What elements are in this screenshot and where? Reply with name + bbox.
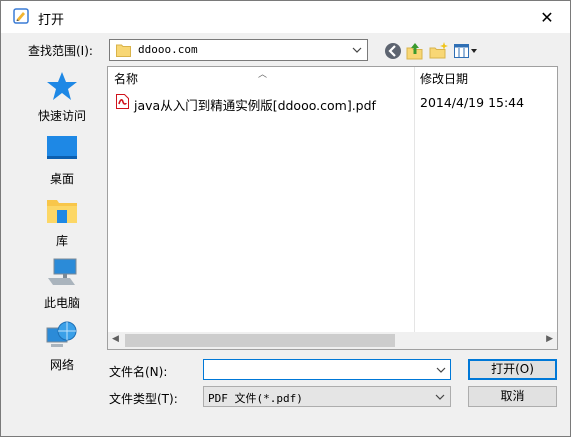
filetype-value: PDF 文件(*.pdf) <box>208 392 303 405</box>
new-folder-icon[interactable] <box>429 41 449 61</box>
dialog-title: 打开 <box>38 13 65 28</box>
chevron-down-icon <box>435 394 445 400</box>
dialog-app-icon <box>13 8 29 24</box>
filetype-label: 文件类型(T): <box>109 392 178 406</box>
chevron-down-icon <box>352 47 362 53</box>
navigation-pane: 快速访问 桌面 库 此电脑 网络 <box>4 67 100 378</box>
look-in-combobox[interactable]: ddooo.com <box>109 39 368 61</box>
nav-item-label: 网络 <box>49 358 74 372</box>
column-header-date[interactable]: 修改日期 <box>420 67 468 91</box>
column-header-name[interactable]: 名称 <box>114 67 138 91</box>
scroll-left-icon[interactable]: ◀ <box>112 334 119 344</box>
view-menu-icon[interactable] <box>453 41 479 61</box>
look-in-label: 查找范围(I): <box>28 44 93 58</box>
nav-item-this-pc[interactable]: 此电脑 <box>4 258 104 320</box>
pdf-icon <box>116 94 129 109</box>
filename-label: 文件名(N): <box>109 365 168 379</box>
file-list[interactable]: ︿ 名称 修改日期 java从入门到精通实例版[ddooo.com].pdf 2… <box>107 66 558 350</box>
scrollbar-thumb[interactable] <box>125 334 395 347</box>
cancel-button[interactable]: 取消 <box>468 386 557 407</box>
computer-icon <box>48 258 77 285</box>
title-bar[interactable]: 打开 ✕ <box>1 1 570 33</box>
sort-ascending-icon: ︿ <box>258 70 268 80</box>
star-icon <box>47 72 77 100</box>
nav-item-label: 快速访问 <box>37 109 86 123</box>
open-button[interactable]: 打开(O) <box>468 359 557 380</box>
horizontal-scrollbar[interactable]: ◀ ▶ <box>108 332 557 349</box>
network-icon <box>46 321 77 347</box>
nav-item-desktop[interactable]: 桌面 <box>4 134 104 196</box>
up-folder-icon[interactable] <box>405 41 425 61</box>
file-row[interactable]: java从入门到精通实例版[ddooo.com].pdf 2014/4/19 1… <box>108 93 557 113</box>
back-icon[interactable] <box>383 41 403 61</box>
nav-item-library[interactable]: 库 <box>4 196 104 258</box>
filename-input[interactable] <box>203 359 451 380</box>
open-file-dialog: 打开 ✕ 查找范围(I): ddooo.com 快速访问 桌面 库 此电脑 网络… <box>0 0 571 437</box>
filetype-select[interactable]: PDF 文件(*.pdf) <box>203 386 451 407</box>
look-in-value: ddooo.com <box>138 43 198 56</box>
scroll-right-icon[interactable]: ▶ <box>546 334 553 344</box>
file-modified-date: 2014/4/19 15:44 <box>420 95 525 110</box>
file-name: java从入门到精通实例版[ddooo.com].pdf <box>134 98 376 113</box>
nav-item-network[interactable]: 网络 <box>4 320 104 382</box>
folder-icon <box>116 44 131 57</box>
nav-item-label: 库 <box>55 234 68 248</box>
nav-item-quick-access[interactable]: 快速访问 <box>4 71 104 133</box>
close-icon: ✕ <box>540 7 554 27</box>
library-icon <box>47 200 77 223</box>
desktop-icon <box>47 136 77 159</box>
nav-item-label: 桌面 <box>49 172 74 186</box>
chevron-down-icon[interactable] <box>435 363 447 377</box>
close-button[interactable]: ✕ <box>524 1 570 33</box>
nav-item-label: 此电脑 <box>43 296 80 310</box>
